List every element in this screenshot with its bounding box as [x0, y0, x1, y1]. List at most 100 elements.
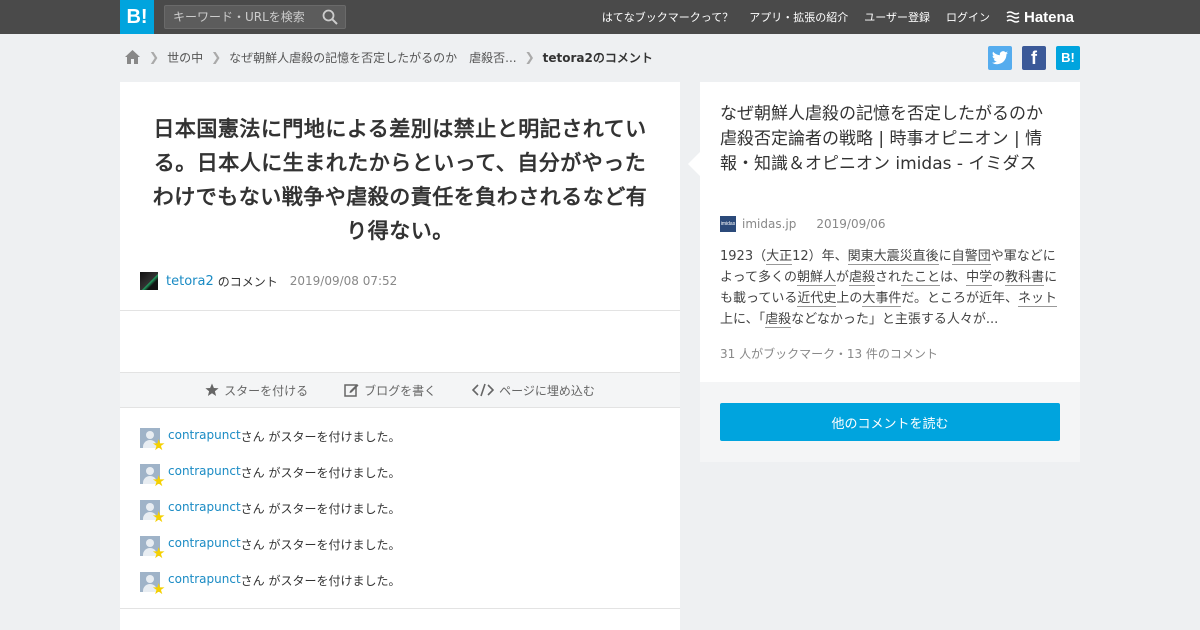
top-nav: はてなブックマークって？ アプリ・拡張の紹介 ユーザー登録 ログイン [586, 0, 990, 34]
summary-text: 1923（ [720, 249, 767, 264]
star-user-link[interactable]: contrapunct [168, 572, 241, 586]
article-source: imidas imidas.jp 2019/09/06 [720, 216, 886, 232]
star-icon: ★ [152, 544, 166, 562]
comment-text: 日本国憲法に門地による差別は禁止と明記されている。日本人に生まれたからといって、… [152, 117, 648, 243]
top-bar: B! はてなブックマークって？ アプリ・拡張の紹介 ユーザー登録 ログイン Ha… [0, 0, 1200, 34]
star-list: ★ contrapunct さん がスターを付けました。 ★ contrapunc… [140, 428, 660, 608]
star-icon: ★ [152, 472, 166, 490]
comment-suffix: のコメント [217, 274, 278, 289]
home-icon[interactable] [124, 49, 141, 65]
embed-button[interactable]: ページに埋め込む [472, 382, 595, 399]
star-text: さん がスターを付けました。 [240, 502, 401, 516]
summary-text: に [938, 249, 952, 264]
bookmark-counts[interactable]: 31 人がブックマーク・13 件のコメント [720, 345, 938, 362]
keyword-link[interactable]: 中学 [966, 270, 993, 286]
add-star-label: スターを付ける [224, 383, 309, 398]
write-blog-button[interactable]: ブログを書く [344, 382, 436, 399]
search-icon[interactable] [322, 9, 338, 25]
write-blog-label: ブログを書く [364, 383, 437, 398]
star-text: さん がスターを付けました。 [240, 538, 401, 552]
article-title[interactable]: なぜ朝鮮人虐殺の記憶を否定したがるのか 虐殺否定論者の戦略 | 時事オピニオン … [720, 102, 1065, 177]
comment-date[interactable]: 2019/09/08 07:52 [290, 274, 398, 288]
keyword-link[interactable]: 大事件 [862, 291, 902, 307]
avatar[interactable]: ★ [140, 464, 165, 489]
star-user-link[interactable]: contrapunct [168, 428, 241, 442]
summary-text: が [835, 270, 849, 285]
article-card: なぜ朝鮮人虐殺の記憶を否定したがるのか 虐殺否定論者の戦略 | 時事オピニオン … [700, 82, 1080, 462]
nav-login[interactable]: ログイン [946, 9, 990, 25]
comment-meta: tetora2 のコメント 2019/09/08 07:52 [140, 272, 397, 290]
edit-icon [344, 384, 359, 397]
hatena-brand[interactable]: Hatena [1006, 0, 1074, 34]
summary-text: は、 [940, 270, 967, 285]
hatena-bookmark-logo[interactable]: B! [120, 0, 154, 34]
keyword-link[interactable]: 教科書 [1005, 270, 1045, 286]
breadcrumb-current: tetora2のコメント [542, 50, 653, 65]
add-star-button[interactable]: スターを付ける [205, 382, 308, 399]
divider [120, 608, 680, 609]
comment-actions: スターを付ける ブログを書く ページに埋め込む [120, 372, 680, 408]
keyword-link[interactable]: 直後 [912, 249, 939, 265]
source-domain[interactable]: imidas.jp [742, 217, 796, 231]
keyword-link[interactable]: 朝鮮人 [796, 270, 836, 286]
avatar[interactable]: ★ [140, 428, 165, 453]
chevron-right-icon: ❯ [211, 50, 222, 64]
keyword-link[interactable]: 虐殺 [849, 270, 876, 286]
chevron-right-icon: ❯ [524, 50, 535, 64]
breadcrumb-article[interactable]: なぜ朝鮮人虐殺の記憶を否定したがるのか 虐殺否... [229, 49, 516, 66]
keyword-link[interactable]: たこと [901, 270, 941, 286]
keyword-link[interactable]: 自警団 [951, 249, 991, 265]
breadcrumb: ❯ 世の中 ❯ なぜ朝鮮人虐殺の記憶を否定したがるのか 虐殺否... ❯ tet… [124, 46, 653, 68]
summary-text: 12）年、 [792, 249, 848, 264]
star-text: さん がスターを付けました。 [240, 574, 401, 588]
keyword-link[interactable]: 虐殺 [765, 312, 792, 328]
star-user-link[interactable]: contrapunct [168, 536, 241, 550]
hatena-share-button[interactable]: B! [1056, 46, 1080, 70]
star-text: さん がスターを付けました。 [240, 466, 401, 480]
summary-text: 上に、「 [720, 312, 766, 327]
list-item: ★ contrapunct さん がスターを付けました。 [140, 428, 660, 464]
imidas-favicon-icon: imidas [720, 216, 736, 232]
nav-register[interactable]: ユーザー登録 [864, 9, 930, 25]
facebook-share-button[interactable]: f [1022, 46, 1046, 70]
comment-user-link[interactable]: tetora2 [166, 274, 214, 289]
list-item: ★ contrapunct さん がスターを付けました。 [140, 464, 660, 500]
star-text: さん がスターを付けました。 [240, 430, 401, 444]
list-item: ★ contrapunct さん がスターを付けました。 [140, 572, 660, 608]
twitter-icon [992, 51, 1008, 65]
star-icon: ★ [152, 580, 166, 598]
comment-card: 日本国憲法に門地による差別は禁止と明記されている。日本人に生まれたからといって、… [120, 82, 680, 630]
code-icon [472, 383, 495, 397]
twitter-share-button[interactable] [988, 46, 1012, 70]
embed-label: ページに埋め込む [499, 383, 595, 398]
list-item: ★ contrapunct さん がスターを付けました。 [140, 536, 660, 572]
hatena-brand-text: Hatena [1024, 8, 1075, 26]
article-summary: 1923（大正12）年、関東大震災直後に自警団や軍などによって多くの朝鮮人が虐殺… [720, 246, 1060, 330]
chevron-right-icon: ❯ [149, 50, 160, 64]
article-card-footer: 他のコメントを読む [700, 382, 1080, 462]
avatar[interactable]: ★ [140, 500, 165, 525]
nav-apps[interactable]: アプリ・拡張の紹介 [749, 9, 848, 25]
keyword-link[interactable]: 近代史 [797, 291, 837, 307]
star-icon: ★ [152, 508, 166, 526]
summary-text: の [992, 270, 1006, 285]
keyword-link[interactable]: 関東大震災 [847, 249, 913, 265]
card-pointer [688, 152, 700, 176]
keyword-link[interactable]: 大正 [766, 249, 793, 265]
read-comments-button[interactable]: 他のコメントを読む [720, 403, 1060, 441]
summary-text: 上の [836, 291, 863, 306]
search-box[interactable] [164, 5, 346, 29]
star-user-link[interactable]: contrapunct [168, 464, 241, 478]
star-user-link[interactable]: contrapunct [168, 500, 241, 514]
avatar[interactable]: ★ [140, 572, 165, 597]
divider [120, 310, 680, 311]
hatena-mark-icon [1006, 11, 1020, 23]
breadcrumb-category[interactable]: 世の中 [167, 49, 203, 66]
star-icon: ★ [152, 436, 166, 454]
article-date: 2019/09/06 [816, 217, 886, 231]
avatar[interactable] [140, 272, 158, 290]
keyword-link[interactable]: ネット [1018, 291, 1058, 307]
nav-about[interactable]: はてなブックマークって？ [602, 9, 733, 25]
avatar[interactable]: ★ [140, 536, 165, 561]
search-input[interactable] [165, 6, 315, 28]
